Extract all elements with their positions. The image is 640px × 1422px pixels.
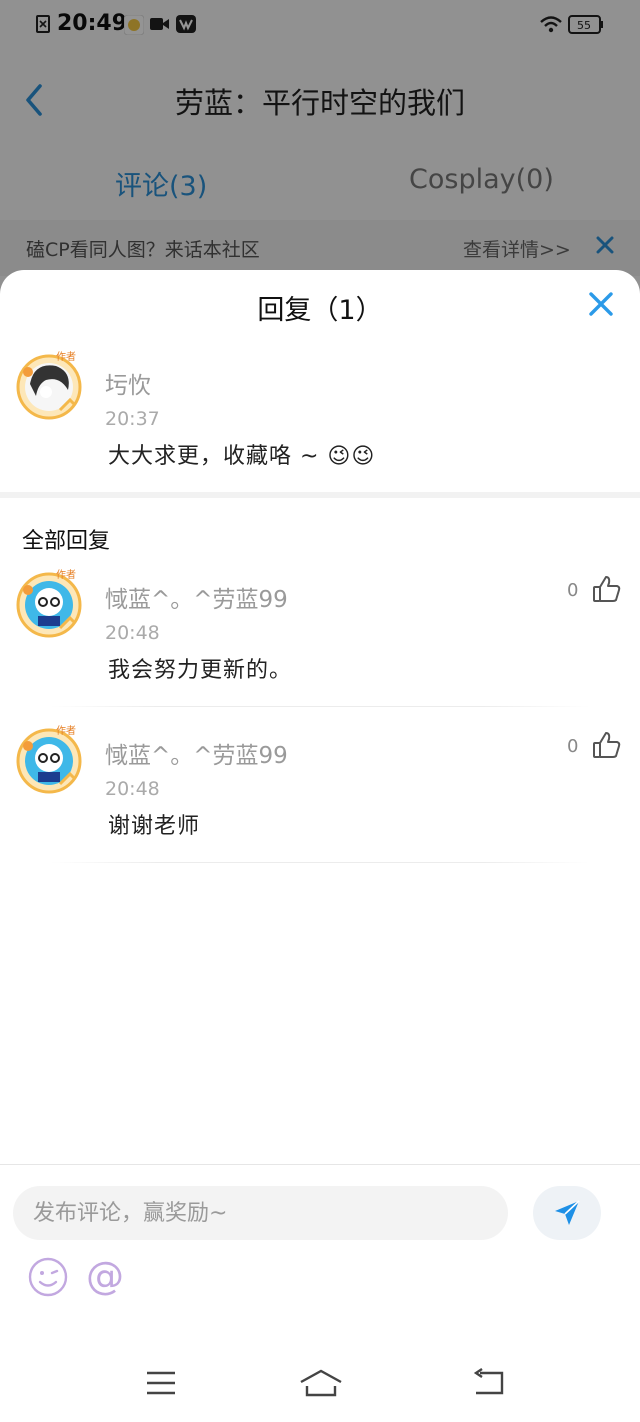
timestamp: 20:37 [105, 408, 160, 430]
comment-text: 大大求更，收藏咯 ~ 😉😉 [108, 444, 376, 469]
avatar[interactable]: 作者 [16, 570, 82, 638]
item-divider [50, 862, 590, 863]
thumbs-up-icon[interactable] [592, 730, 622, 760]
comment-input-bar: @ [0, 1164, 640, 1347]
close-icon[interactable] [589, 292, 613, 316]
send-button[interactable] [533, 1186, 601, 1240]
paper-plane-icon [555, 1200, 580, 1225]
like-count: 0 [567, 736, 579, 757]
avatar[interactable]: 作者 [16, 352, 82, 420]
section-title: 全部回复 [22, 529, 111, 554]
smiley-icon[interactable] [28, 1257, 68, 1297]
system-nav-bar [0, 1346, 640, 1422]
username[interactable]: 惐蓝^。^劳蓝99 [105, 736, 288, 770]
avatar[interactable]: 作者 [16, 726, 82, 794]
author-badge: 作者 [56, 570, 76, 581]
section-divider [0, 492, 640, 498]
like-count: 0 [567, 580, 579, 601]
reply-item: 作者 惐蓝^。^劳蓝99 0 20:48 谢谢老师 [0, 722, 640, 877]
return-icon[interactable] [470, 1368, 506, 1398]
author-badge: 作者 [56, 352, 76, 363]
sheet-title: 回复（1） [257, 295, 383, 326]
username[interactable]: 惐蓝^。^劳蓝99 [105, 580, 288, 614]
comment-input[interactable] [13, 1186, 508, 1240]
username[interactable]: 圬忺 [105, 366, 151, 400]
reply-item: 作者 惐蓝^。^劳蓝99 0 20:48 我会努力更新的。 [0, 566, 640, 721]
timestamp: 20:48 [105, 778, 160, 800]
item-divider [50, 706, 590, 707]
home-icon[interactable] [299, 1368, 343, 1398]
author-badge: 作者 [56, 726, 76, 737]
mention-button[interactable]: @ [86, 1253, 124, 1299]
menu-icon[interactable] [145, 1368, 177, 1398]
reply-text: 谢谢老师 [108, 814, 201, 839]
timestamp: 20:48 [105, 622, 160, 644]
thumbs-up-icon[interactable] [592, 574, 622, 604]
reply-text: 我会努力更新的。 [108, 658, 293, 683]
